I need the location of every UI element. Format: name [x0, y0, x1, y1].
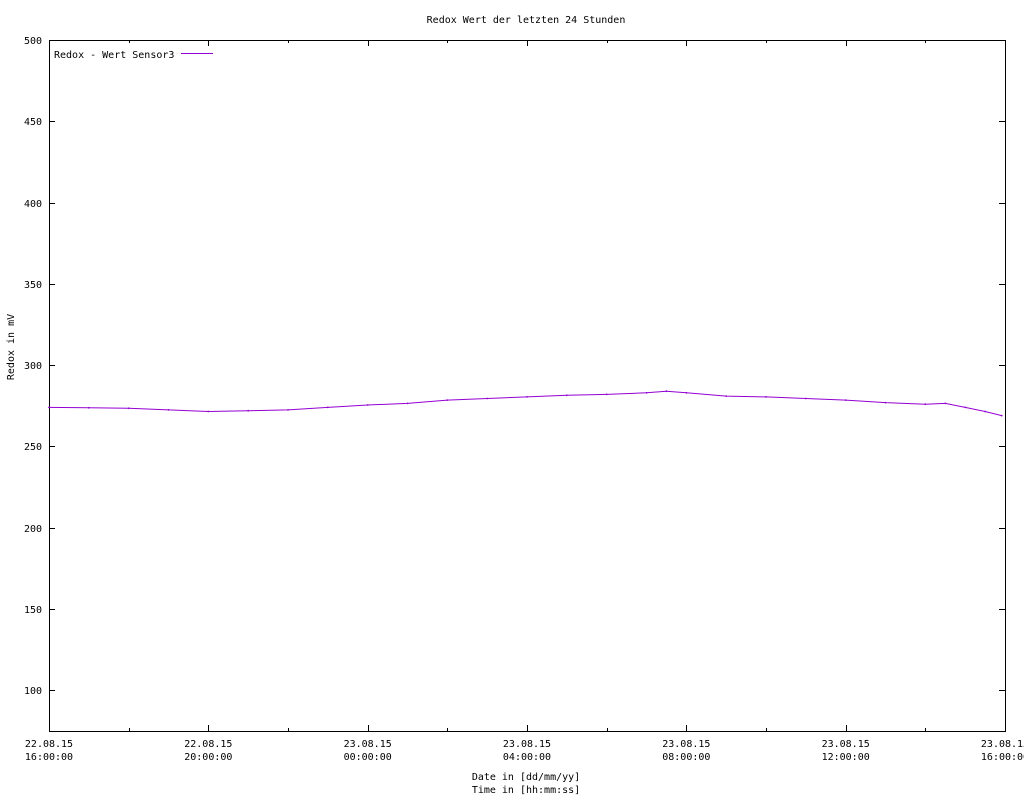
- data-point: [127, 407, 130, 410]
- y-tick-label: 250: [24, 442, 42, 453]
- data-point: [167, 409, 170, 411]
- x-tick-label-date: 23.08.15: [981, 739, 1024, 750]
- x-tick-label-time: 16:00:00: [981, 752, 1024, 763]
- data-point: [326, 406, 329, 409]
- chart-title: Redox Wert der letzten 24 Stunden: [427, 15, 626, 26]
- y-tick-label: 150: [24, 605, 42, 616]
- data-point: [645, 391, 648, 394]
- data-point: [287, 409, 289, 411]
- data-point: [665, 390, 668, 393]
- data-point: [964, 406, 967, 409]
- y-tick-label: 300: [24, 361, 42, 372]
- y-tick-label: 200: [24, 524, 42, 535]
- y-tick-label: 500: [24, 36, 42, 47]
- data-point: [924, 403, 927, 406]
- data-point: [685, 391, 688, 394]
- data-point: [48, 406, 50, 409]
- data-point: [725, 395, 728, 397]
- x-tick-label-time: 16:00:00: [25, 752, 73, 763]
- data-point: [486, 397, 489, 400]
- legend: Redox - Wert Sensor3: [54, 50, 213, 61]
- y-tick-label: 100: [24, 686, 42, 697]
- x-tick-label-date: 23.08.15: [662, 739, 710, 750]
- x-tick-label-date: 23.08.15: [503, 739, 551, 750]
- data-point: [804, 397, 807, 400]
- data-point: [207, 410, 210, 413]
- data-point: [984, 410, 986, 413]
- data-point: [406, 402, 409, 405]
- x-axis-label-time: Time in [hh:mm:ss]: [472, 785, 580, 796]
- x-tick-label-date: 23.08.15: [344, 739, 392, 750]
- series-line: [48, 390, 1002, 417]
- data-point: [565, 394, 568, 397]
- x-tick-label-date: 22.08.15: [25, 739, 73, 750]
- data-point: [1000, 414, 1003, 417]
- x-tick-label-date: 22.08.15: [184, 739, 232, 750]
- x-tick-label-time: 20:00:00: [184, 752, 232, 763]
- y-tick-label: 450: [24, 117, 42, 128]
- data-point: [247, 409, 250, 412]
- data-point: [844, 399, 847, 401]
- data-point: [366, 404, 369, 406]
- data-point: [526, 396, 528, 398]
- plot-border: [49, 40, 1006, 732]
- y-tick-label: 400: [24, 199, 42, 210]
- data-point: [944, 402, 947, 405]
- x-tick-label-date: 23.08.15: [822, 739, 870, 750]
- x-tick-label-time: 00:00:00: [344, 752, 392, 763]
- x-tick-label-time: 08:00:00: [662, 752, 710, 763]
- data-point: [87, 406, 90, 409]
- data-point: [765, 396, 767, 398]
- x-tick-label-time: 04:00:00: [503, 752, 551, 763]
- data-point: [446, 399, 449, 401]
- data-point: [605, 393, 608, 396]
- y-axis-label: Redox in mV: [6, 314, 17, 380]
- y-tick-label: 350: [24, 280, 42, 291]
- legend-label: Redox - Wert Sensor3: [54, 50, 174, 61]
- x-axis-label-date: Date in [dd/mm/yy]: [472, 772, 580, 783]
- chart: Redox Wert der letzten 24 Stunden Redox …: [6, 15, 1024, 796]
- data-point: [884, 401, 887, 404]
- x-tick-label-time: 12:00:00: [822, 752, 870, 763]
